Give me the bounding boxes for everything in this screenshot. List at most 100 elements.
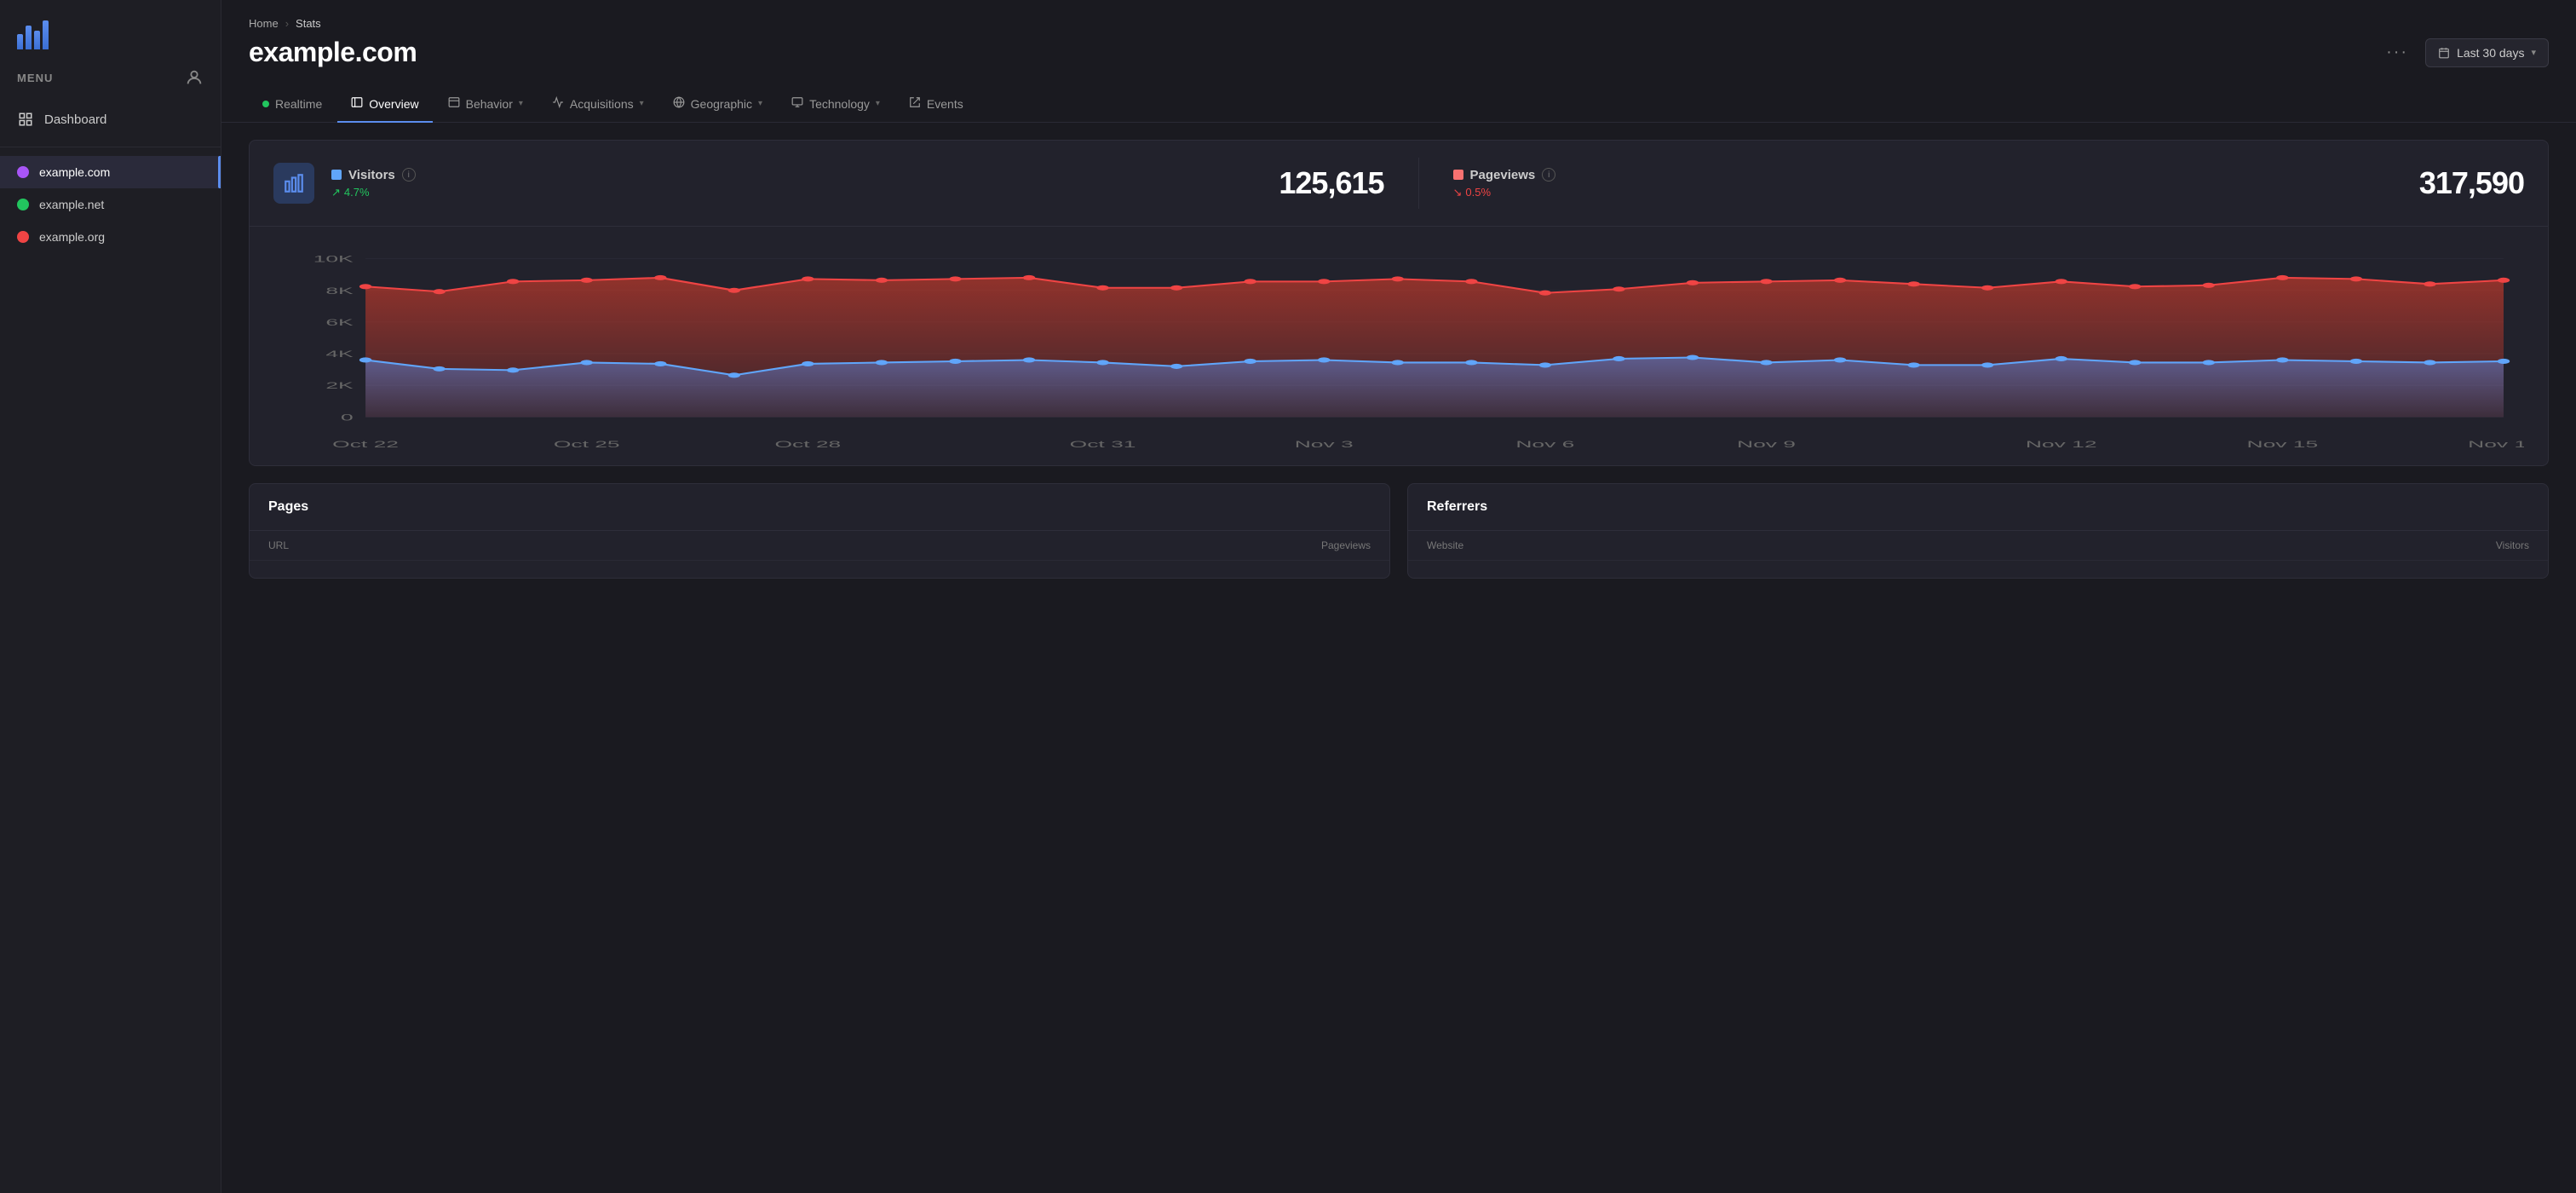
svg-text:Nov 12: Nov 12	[2026, 440, 2097, 450]
date-chevron-icon: ▾	[2531, 47, 2536, 58]
realtime-dot	[262, 101, 269, 107]
pageviews-down-arrow-icon: ↘	[1453, 186, 1463, 199]
technology-chevron-icon: ▾	[876, 99, 880, 108]
page-title: example.com	[249, 37, 417, 68]
pages-panel: Pages URL Pageviews	[249, 483, 1390, 579]
sidebar-item-example-com[interactable]: example.com	[0, 156, 221, 188]
sidebar-item-example-org[interactable]: example.org	[0, 221, 221, 253]
visitors-metric: Visitors i ↗ 4.7%	[331, 168, 416, 199]
referrers-panel: Referrers Website Visitors	[1407, 483, 2549, 579]
pages-col-pageviews: Pageviews	[1321, 539, 1371, 551]
menu-row: MENU	[0, 58, 221, 101]
dashboard-label: Dashboard	[44, 112, 106, 127]
pages-col-url: URL	[268, 539, 289, 551]
dashboard-icon	[17, 111, 34, 128]
breadcrumb: Home › Stats	[249, 17, 2549, 30]
calendar-icon	[2438, 47, 2450, 59]
visitors-value: 125,615	[1279, 165, 1383, 201]
pages-panel-content	[250, 561, 1389, 578]
logo-bar-3	[34, 31, 40, 49]
main-content: Home › Stats example.com ··· Last 30 day…	[221, 0, 2576, 1193]
visitors-change: ↗ 4.7%	[331, 186, 416, 199]
logo-bar-2	[26, 26, 32, 49]
pageviews-change-value: 0.5%	[1465, 186, 1491, 199]
tab-acquisitions[interactable]: Acquisitions ▾	[538, 86, 658, 123]
pages-panel-header: Pages	[250, 484, 1389, 531]
svg-text:10K: 10K	[313, 254, 354, 264]
svg-text:Nov 6: Nov 6	[1515, 440, 1574, 450]
behavior-tab-icon	[448, 96, 460, 111]
visitors-up-arrow-icon: ↗	[331, 186, 341, 199]
chart-container: 02K4K6K8K10K Oct 22Oct 25Oct 28Oct 31Nov…	[250, 227, 2548, 465]
referrers-col-website: Website	[1427, 539, 1463, 551]
acquisitions-chevron-icon: ▾	[640, 99, 644, 108]
nav-tabs: RealtimeOverviewBehavior▾Acquisitions▾Ge…	[221, 85, 2576, 123]
more-options-button[interactable]: ···	[2379, 39, 2415, 66]
events-tab-label: Events	[927, 97, 963, 111]
realtime-tab-label: Realtime	[275, 97, 322, 111]
referrers-panel-header: Referrers	[1408, 484, 2548, 531]
menu-label: MENU	[17, 72, 53, 84]
svg-text:Oct 28: Oct 28	[774, 440, 841, 450]
svg-text:Nov 9: Nov 9	[1737, 440, 1796, 450]
logo-bar-1	[17, 34, 23, 49]
visitors-label: Visitors	[348, 168, 395, 182]
tab-behavior[interactable]: Behavior▾	[434, 86, 537, 123]
sidebar: MENU Dashboard example.comexample.netexa…	[0, 0, 221, 1193]
svg-text:Oct 22: Oct 22	[332, 440, 399, 450]
visitors-info-icon[interactable]: i	[402, 168, 416, 182]
stats-icon-box	[273, 163, 314, 204]
referrers-panel-content	[1408, 561, 2548, 578]
pageviews-info-icon[interactable]: i	[1542, 168, 1555, 182]
visitors-color-dot	[331, 170, 342, 180]
overview-tab-label: Overview	[369, 97, 418, 111]
overview-tab-icon	[351, 96, 363, 111]
technology-tab-label: Technology	[809, 97, 870, 111]
svg-text:Nov 3: Nov 3	[1295, 440, 1354, 450]
sidebar-item-example-net[interactable]: example.net	[0, 188, 221, 221]
referrers-table-header: Website Visitors	[1408, 531, 2548, 561]
pageviews-value: 317,590	[2419, 165, 2524, 201]
visitors-pageviews-chart: 02K4K6K8K10K Oct 22Oct 25Oct 28Oct 31Nov…	[273, 244, 2524, 452]
events-tab-icon	[909, 96, 921, 111]
date-range-label: Last 30 days	[2457, 46, 2524, 60]
pageviews-metric: Pageviews i ↘ 0.5%	[1453, 168, 1556, 199]
site-list: example.comexample.netexample.org	[0, 156, 221, 253]
geographic-tab-icon	[673, 96, 685, 111]
tab-realtime[interactable]: Realtime	[249, 87, 336, 123]
pageviews-color-dot	[1453, 170, 1463, 180]
visitors-label-row: Visitors i	[331, 168, 416, 182]
breadcrumb-current: Stats	[296, 17, 321, 30]
svg-text:0: 0	[341, 412, 354, 423]
breadcrumb-home[interactable]: Home	[249, 17, 279, 30]
bar-chart-icon	[283, 172, 305, 194]
tab-geographic[interactable]: Geographic▾	[659, 86, 776, 123]
profile-icon[interactable]	[185, 68, 204, 87]
geographic-chevron-icon: ▾	[758, 99, 762, 108]
svg-text:4K: 4K	[325, 349, 354, 360]
svg-text:Nov 15: Nov 15	[2247, 440, 2319, 450]
sidebar-item-dashboard[interactable]: Dashboard	[0, 101, 221, 138]
visitors-change-value: 4.7%	[344, 186, 370, 199]
main-header: Home › Stats example.com ··· Last 30 day…	[221, 0, 2576, 85]
logo-bar-4	[43, 20, 49, 49]
svg-text:Oct 25: Oct 25	[554, 440, 620, 450]
pages-table-header: URL Pageviews	[250, 531, 1389, 561]
logo-area	[0, 0, 221, 58]
breadcrumb-separator: ›	[285, 17, 289, 30]
acquisitions-tab-label: Acquisitions	[570, 97, 634, 111]
referrers-col-visitors: Visitors	[2496, 539, 2529, 551]
stats-card: Visitors i ↗ 4.7% 125,615 Pageviews i	[249, 140, 2549, 466]
technology-tab-icon	[791, 96, 803, 111]
tab-overview[interactable]: Overview	[337, 86, 432, 123]
svg-text:Nov 18: Nov 18	[2468, 440, 2524, 450]
page-title-row: example.com ··· Last 30 days ▾	[249, 37, 2549, 68]
pageviews-label-row: Pageviews i	[1453, 168, 1556, 182]
acquisitions-tab-icon	[552, 96, 564, 111]
header-actions: ··· Last 30 days ▾	[2379, 38, 2549, 67]
date-range-button[interactable]: Last 30 days ▾	[2425, 38, 2549, 67]
logo-icon	[17, 20, 49, 49]
pageviews-label: Pageviews	[1470, 168, 1536, 182]
tab-events[interactable]: Events	[895, 86, 977, 123]
tab-technology[interactable]: Technology ▾	[778, 86, 894, 123]
